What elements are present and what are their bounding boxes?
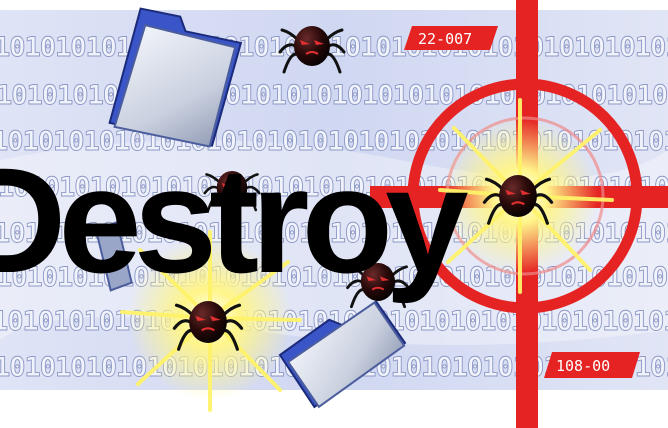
tag-top-label: 22-007 [418, 30, 472, 48]
tag-bottom-label: 108-00 [556, 357, 610, 375]
tag-bottom: 108-00 [544, 352, 640, 378]
tag-top: 22-007 [404, 26, 498, 50]
artwork-canvas: 1010101010101010101010101010101010101010… [0, 0, 668, 428]
destroy-artwork: 1010101010101010101010101010101010101010… [0, 0, 668, 428]
page-title: Destroy [0, 136, 468, 304]
